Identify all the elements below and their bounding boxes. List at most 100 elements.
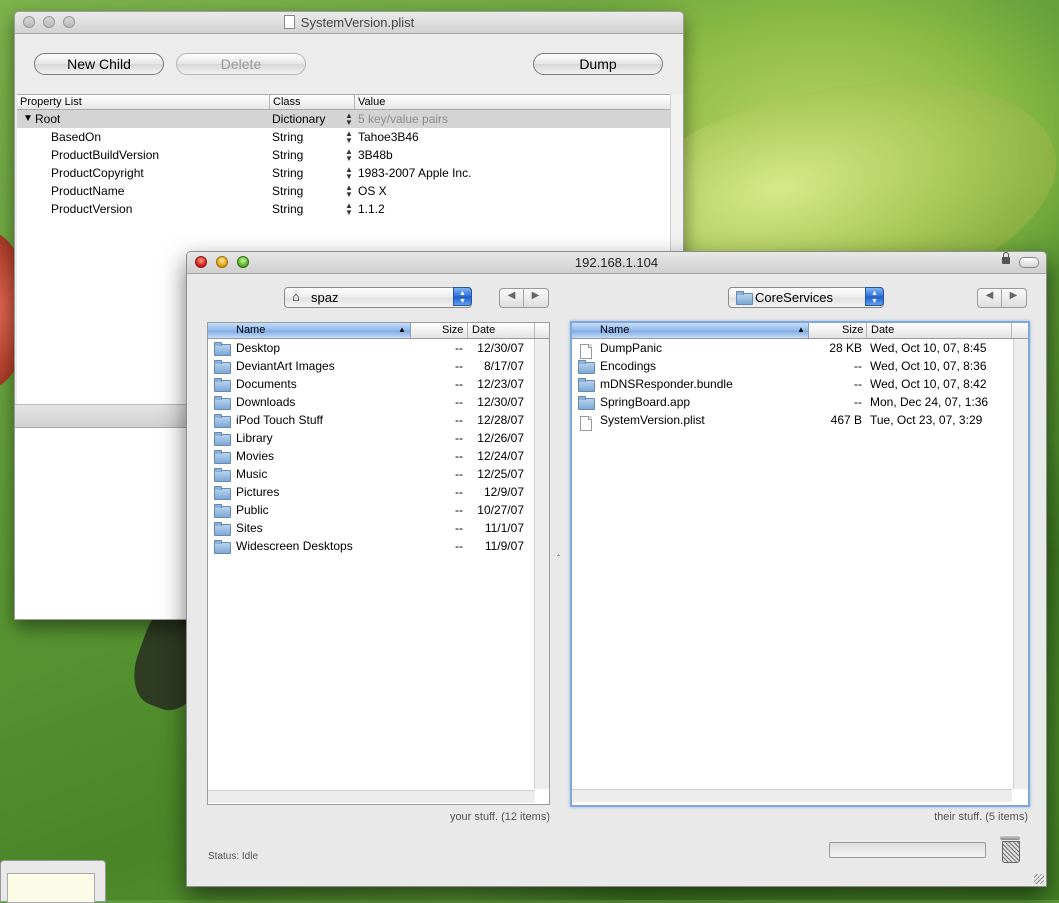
local-file-row[interactable]: iPod Touch Stuff -- 12/28/07 [208, 411, 549, 429]
file-date: 11/1/07 [484, 521, 524, 535]
local-file-row[interactable]: Pictures -- 12/9/07 [208, 483, 549, 501]
file-size: -- [455, 377, 463, 391]
file-date: 12/28/07 [477, 413, 524, 427]
row-key: Root [35, 112, 61, 126]
dump-button[interactable]: Dump [533, 53, 663, 75]
file-size: -- [455, 485, 463, 499]
remote-list-header: Name ▲ Size Date [572, 323, 1028, 339]
local-file-row[interactable]: Movies -- 12/24/07 [208, 447, 549, 465]
local-file-row[interactable]: Public -- 10/27/07 [208, 501, 549, 519]
back-arrow-icon[interactable]: ◀ [500, 290, 523, 301]
back-arrow-icon[interactable]: ◀ [978, 290, 1001, 301]
file-size: -- [455, 413, 463, 427]
column-name[interactable]: Name [236, 324, 265, 336]
ftp-title-bar[interactable]: 192.168.1.104 [187, 252, 1046, 274]
local-file-row[interactable]: Downloads -- 12/30/07 [208, 393, 549, 411]
row-value[interactable]: 3B48b [358, 148, 393, 162]
remote-file-row[interactable]: DumpPanic 28 KB Wed, Oct 10, 07, 8:45 [572, 339, 1028, 359]
file-transfer-window[interactable]: 192.168.1.104 ⌂ spaz ▲ ▼ ◀ ▶ CoreServices… [186, 251, 1047, 887]
local-location-popup[interactable]: ⌂ spaz ▲ ▼ [284, 287, 472, 308]
file-date: 11/9/07 [484, 539, 524, 553]
column-size[interactable]: Size [842, 324, 863, 336]
local-horizontal-scrollbar[interactable] [208, 790, 535, 803]
column-value[interactable]: Value [358, 96, 385, 108]
row-key: ProductCopyright [51, 166, 144, 180]
column-date[interactable]: Date [472, 324, 495, 336]
document-icon [283, 15, 295, 29]
row-key: ProductName [51, 184, 125, 198]
file-date: 10/27/07 [477, 503, 524, 517]
plist-row[interactable]: ProductVersion String ▲ ▼ 1.1.2 [17, 200, 671, 218]
sort-ascending-icon: ▲ [398, 325, 406, 334]
file-size: -- [455, 539, 463, 553]
local-file-row[interactable]: Music -- 12/25/07 [208, 465, 549, 483]
class-stepper-icon[interactable]: ▲ ▼ [345, 130, 353, 145]
file-size: -- [455, 521, 463, 535]
column-property-list[interactable]: Property List [20, 96, 82, 108]
file-date: Tue, Oct 23, 07, 3:29 [870, 413, 983, 427]
local-file-row[interactable]: Widescreen Desktops -- 11/9/07 [208, 537, 549, 555]
file-size: -- [455, 467, 463, 481]
remote-horizontal-scrollbar[interactable] [572, 789, 1012, 802]
file-date: 12/30/07 [477, 341, 524, 355]
plist-row[interactable]: ProductName String ▲ ▼ OS X [17, 182, 671, 200]
local-file-row[interactable]: Documents -- 12/23/07 [208, 375, 549, 393]
trash-icon[interactable] [999, 836, 1021, 863]
forward-arrow-icon[interactable]: ▶ [524, 290, 547, 301]
row-class[interactable]: Dictionary [272, 112, 325, 126]
toolbar-toggle-button[interactable] [1019, 257, 1039, 268]
lock-icon [1002, 252, 1010, 264]
forward-arrow-icon[interactable]: ▶ [1002, 290, 1025, 301]
file-size: 467 B [830, 413, 862, 427]
row-class[interactable]: String [272, 130, 303, 144]
row-class[interactable]: String [272, 166, 303, 180]
row-value[interactable]: Tahoe3B46 [358, 130, 419, 144]
row-value[interactable]: OS X [358, 184, 387, 198]
local-file-row[interactable]: Sites -- 11/1/07 [208, 519, 549, 537]
class-stepper-icon[interactable]: ▲ ▼ [345, 202, 353, 217]
new-child-button[interactable]: New Child [34, 53, 164, 75]
row-key: ProductBuildVersion [51, 148, 160, 162]
column-name[interactable]: Name [600, 324, 629, 336]
file-size: -- [854, 359, 862, 373]
file-date: 12/23/07 [477, 377, 524, 391]
remote-item-count: their stuff. (5 items) [934, 811, 1028, 823]
remote-file-row[interactable]: SystemVersion.plist 467 B Tue, Oct 23, 07,… [572, 411, 1028, 431]
delete-button[interactable]: Delete [176, 53, 306, 75]
local-file-row[interactable]: Library -- 12/26/07 [208, 429, 549, 447]
plist-row[interactable]: ProductCopyright String ▲ ▼ 1983-2007 App… [17, 164, 671, 182]
class-stepper-icon[interactable]: ▲ ▼ [345, 148, 353, 163]
remote-location-popup[interactable]: CoreServices ▲ ▼ [728, 287, 884, 308]
resize-grip-icon[interactable] [1034, 874, 1044, 884]
remote-vertical-scrollbar[interactable] [1013, 339, 1028, 789]
plist-row-root[interactable]: ▼ Root Dictionary ▲ ▼ 5 key/value pairs [17, 110, 671, 128]
column-class[interactable]: Class [273, 96, 301, 108]
class-stepper-icon[interactable]: ▲ ▼ [345, 184, 353, 199]
remote-file-row[interactable]: mDNSResponder.bundle -- Wed, Oct 10, 07, 8… [572, 375, 1028, 393]
row-class[interactable]: String [272, 184, 303, 198]
disclosure-triangle-icon[interactable]: ▼ [23, 113, 33, 124]
column-size[interactable]: Size [442, 324, 463, 336]
plist-title-bar[interactable]: SystemVersion.plist [15, 12, 683, 34]
file-size: 28 KB [829, 341, 862, 355]
local-file-row[interactable]: Desktop -- 12/30/07 [208, 339, 549, 357]
row-class[interactable]: String [272, 202, 303, 216]
plist-row[interactable]: ProductBuildVersion String ▲ ▼ 3B48b [17, 146, 671, 164]
remote-file-row[interactable]: Encodings -- Wed, Oct 10, 07, 8:36 [572, 357, 1028, 375]
column-date[interactable]: Date [871, 324, 894, 336]
class-stepper-icon[interactable]: ▲ ▼ [345, 112, 353, 127]
row-class[interactable]: String [272, 148, 303, 162]
row-value[interactable]: 1983-2007 Apple Inc. [358, 166, 471, 180]
split-handle-icon[interactable]: ‸ [557, 546, 560, 557]
plist-row[interactable]: BasedOn String ▲ ▼ Tahoe3B46 [17, 128, 671, 146]
background-window-corner[interactable] [0, 860, 106, 903]
local-file-row[interactable]: DeviantArt Images -- 8/17/07 [208, 357, 549, 375]
remote-file-row[interactable]: SpringBoard.app -- Mon, Dec 24, 07, 1:36 [572, 393, 1028, 411]
remote-file-list[interactable]: Name ▲ Size Date DumpPanic 28 KB Wed, Oct … [570, 321, 1030, 807]
row-value[interactable]: 1.1.2 [358, 202, 385, 216]
file-size: -- [455, 503, 463, 517]
local-file-list[interactable]: Name ▲ Size Date Desktop -- 12/30/07 Devian… [207, 322, 550, 805]
file-date: Mon, Dec 24, 07, 1:36 [870, 395, 989, 409]
local-vertical-scrollbar[interactable] [534, 339, 549, 789]
class-stepper-icon[interactable]: ▲ ▼ [345, 166, 353, 181]
